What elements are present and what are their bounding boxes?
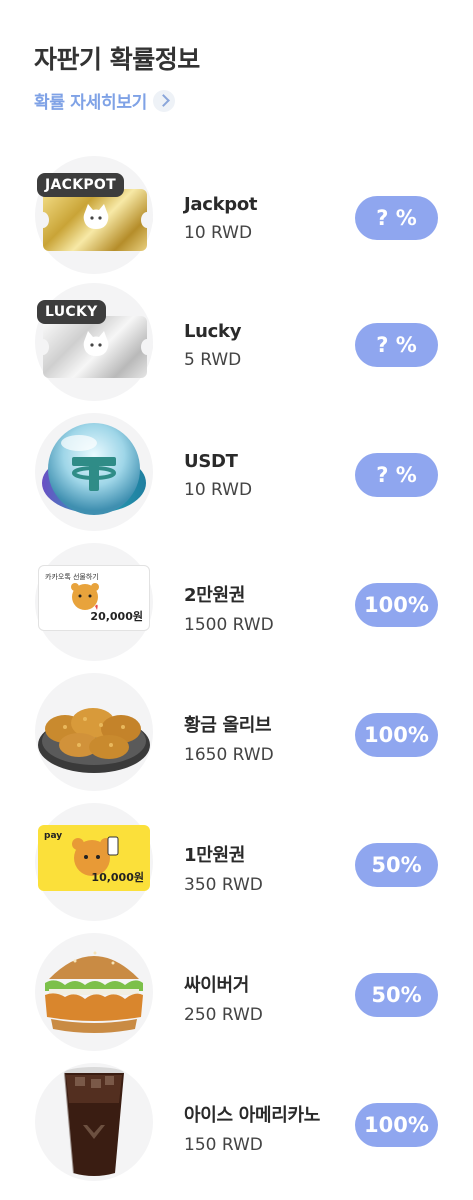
jackpot-ticket-icon: JACKPOT xyxy=(35,156,153,274)
item-price: 1650 RWD xyxy=(184,745,274,765)
probability-badge: 100% xyxy=(355,713,438,757)
item-name: Lucky xyxy=(184,321,242,342)
probability-badge: 50% xyxy=(355,843,438,887)
kakaopay-card-10000-icon: pay 10,000원 xyxy=(35,803,153,921)
list-item[interactable]: LUCKY Lucky 5 RWD ? % xyxy=(0,283,473,403)
item-name: 1만원권 xyxy=(184,845,246,866)
gift-card-20000-icon: 카카오톡 선물하기 20,000원 xyxy=(35,543,153,661)
burger-icon xyxy=(35,933,153,1051)
item-price: 10 RWD xyxy=(184,223,253,243)
fried-chicken-icon xyxy=(35,673,153,791)
card-amount: 10,000원 xyxy=(91,871,144,884)
header: 자판기 확률정보 xyxy=(34,40,200,76)
probability-badge: ? % xyxy=(355,453,438,497)
probability-badge: ? % xyxy=(355,196,438,240)
probability-detail-link[interactable]: 확률 자세히보기 xyxy=(34,88,175,113)
item-name: USDT xyxy=(184,451,238,472)
page-title: 자판기 확률정보 xyxy=(34,45,200,74)
list-item[interactable]: 싸이버거 250 RWD 50% xyxy=(0,933,473,1053)
probability-badge: 50% xyxy=(355,973,438,1017)
jackpot-tag: JACKPOT xyxy=(37,173,124,197)
list-item[interactable]: USDT 10 RWD ? % xyxy=(0,413,473,533)
list-item[interactable]: 황금 올리브 1650 RWD 100% xyxy=(0,673,473,793)
chevron-right-icon xyxy=(153,89,175,112)
item-name: 2만원권 xyxy=(184,585,246,606)
item-price: 10 RWD xyxy=(184,480,253,500)
probability-badge: 100% xyxy=(355,583,438,627)
list-item[interactable]: 아이스 아메리카노 150 RWD 100% xyxy=(0,1063,473,1183)
probability-badge: ? % xyxy=(355,323,438,367)
item-price: 350 RWD xyxy=(184,875,263,895)
lucky-ticket-icon: LUCKY xyxy=(35,283,153,401)
item-name: 싸이버거 xyxy=(184,975,250,996)
lucky-tag: LUCKY xyxy=(37,300,106,324)
item-price: 5 RWD xyxy=(184,350,242,370)
item-price: 250 RWD xyxy=(184,1005,263,1025)
card-amount: 20,000원 xyxy=(90,610,143,623)
probability-badge: 100% xyxy=(355,1103,438,1147)
usdt-coin-icon xyxy=(35,413,153,531)
list-item[interactable]: 카카오톡 선물하기 20,000원 2만원권 1500 RWD 100% xyxy=(0,543,473,663)
item-price: 150 RWD xyxy=(184,1135,263,1155)
list-item[interactable]: pay 10,000원 1만원권 350 RWD 50% xyxy=(0,803,473,923)
item-name: 황금 올리브 xyxy=(184,715,272,736)
iced-americano-icon xyxy=(35,1063,153,1181)
item-name: 아이스 아메리카노 xyxy=(184,1105,321,1126)
list-item[interactable]: JACKPOT Jackpot 10 RWD ? % xyxy=(0,156,473,276)
item-name: Jackpot xyxy=(184,194,258,215)
probability-detail-label: 확률 자세히보기 xyxy=(34,93,147,113)
item-price: 1500 RWD xyxy=(184,615,274,635)
pay-badge: pay xyxy=(44,831,63,841)
